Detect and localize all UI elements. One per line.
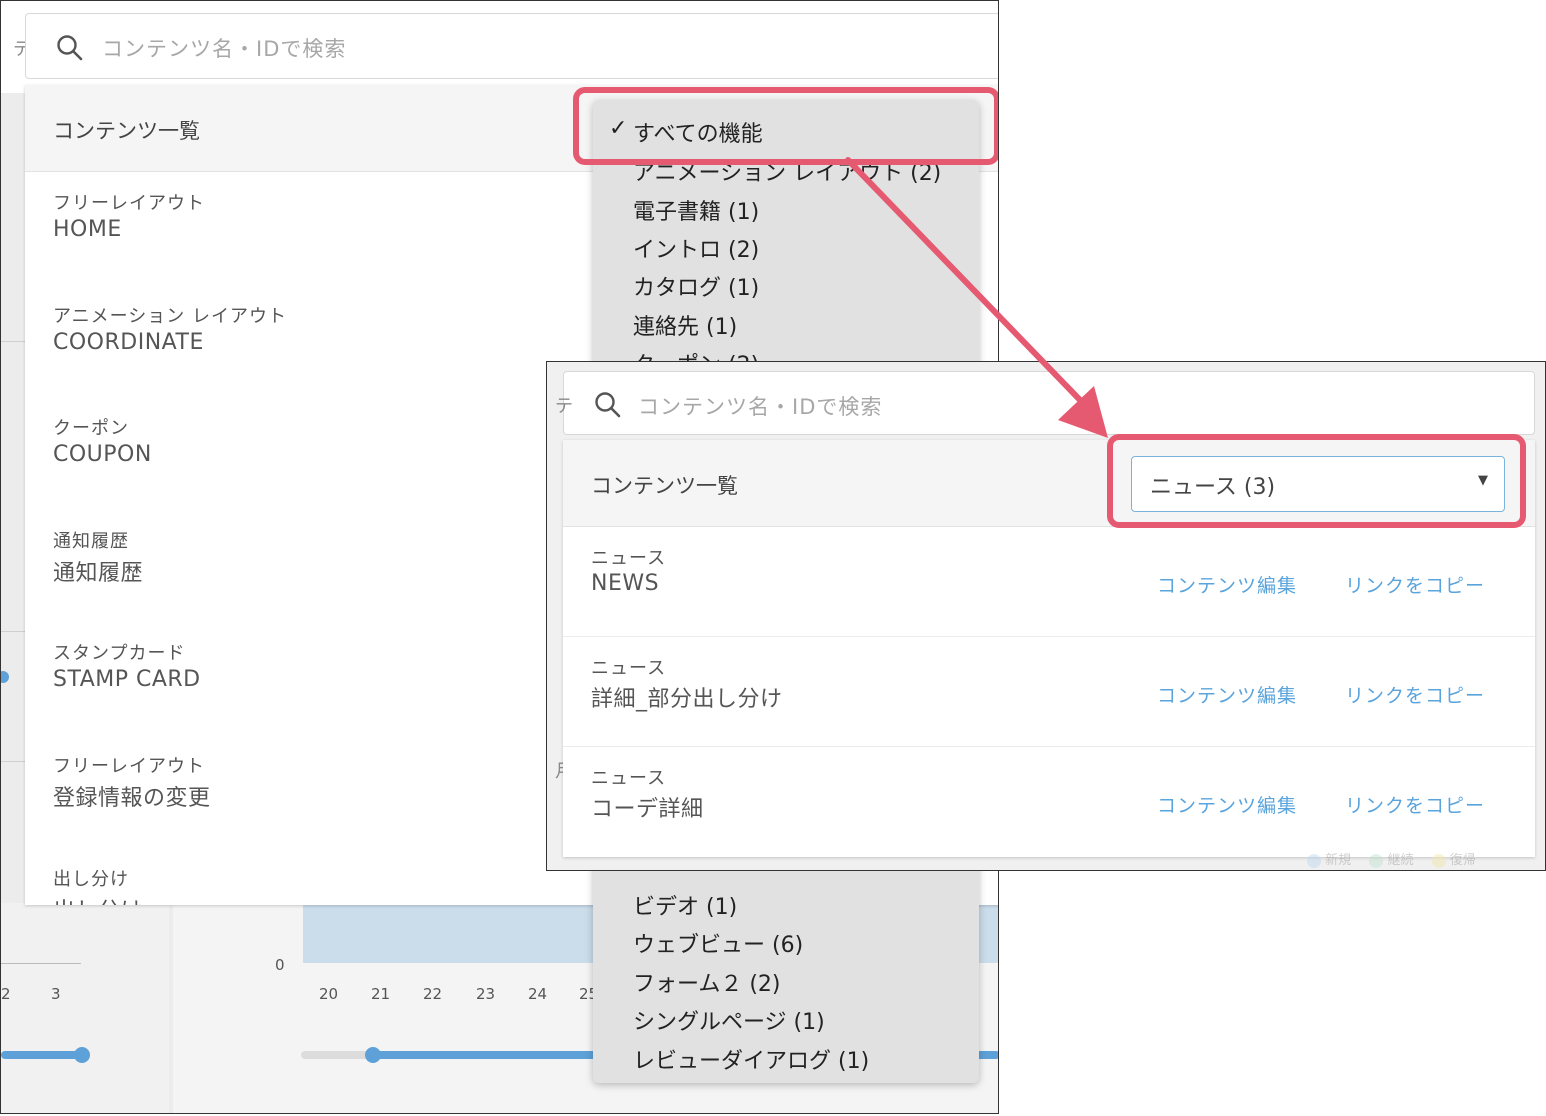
annotation-arrow	[845, 157, 1108, 438]
